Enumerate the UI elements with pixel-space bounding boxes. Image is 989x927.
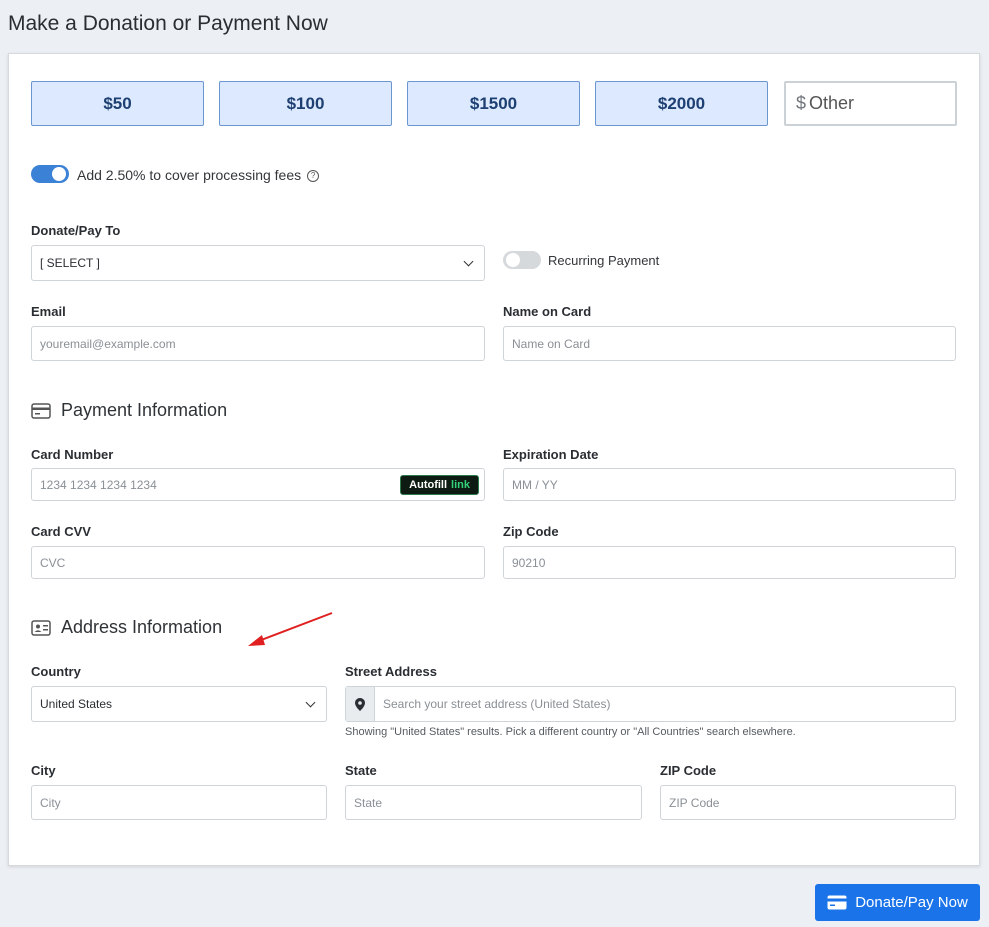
- zip-code-address-label: ZIP Code: [660, 763, 717, 778]
- expiration-date-field[interactable]: MM / YY: [503, 468, 956, 501]
- amount-100-button[interactable]: $100: [219, 81, 392, 126]
- amount-2000-button[interactable]: $2000: [595, 81, 768, 126]
- street-address-placeholder: Search your street address (United State…: [383, 697, 611, 711]
- country-label: Country: [31, 664, 81, 679]
- address-information-heading: Address Information: [31, 617, 222, 638]
- donate-to-value: [ SELECT ]: [40, 256, 100, 270]
- zip-code-field[interactable]: 90210: [503, 546, 956, 579]
- location-pin-icon: [355, 697, 365, 711]
- location-pin-box: [346, 687, 375, 721]
- recurring-payment-label: Recurring Payment: [548, 253, 660, 268]
- card-number-field[interactable]: 1234 1234 1234 1234 Autofill link: [31, 468, 485, 501]
- card-cvv-label: Card CVV: [31, 524, 91, 539]
- annotation-arrow: [248, 612, 333, 646]
- email-field[interactable]: youremail@example.com: [31, 326, 485, 361]
- page-title: Make a Donation or Payment Now: [8, 12, 328, 35]
- card-number-label: Card Number: [31, 447, 114, 462]
- card-cvv-field[interactable]: CVC: [31, 546, 485, 579]
- dollar-sign: $: [796, 93, 807, 113]
- address-card-icon: [31, 619, 51, 636]
- street-address-label: Street Address: [345, 664, 437, 679]
- cover-fees-label: Add 2.50% to cover processing fees?: [77, 167, 320, 183]
- street-address-field[interactable]: Search your street address (United State…: [345, 686, 956, 722]
- donate-pay-now-button[interactable]: Donate/Pay Now: [815, 884, 980, 921]
- zip-code-label: Zip Code: [503, 524, 559, 539]
- recurring-payment-toggle[interactable]: [503, 251, 541, 269]
- chevron-down-icon: [463, 256, 474, 267]
- state-label: State: [345, 763, 377, 778]
- street-address-hint: Showing "United States" results. Pick a …: [345, 726, 796, 738]
- payment-form-card: $50 $100 $1500 $2000 $ Other Add 2.50% t…: [8, 53, 980, 866]
- help-icon[interactable]: ?: [307, 170, 320, 183]
- credit-card-icon: [31, 402, 51, 419]
- card-number-placeholder: 1234 1234 1234 1234: [40, 477, 157, 492]
- country-value: United States: [40, 697, 113, 711]
- city-field[interactable]: City: [31, 785, 327, 820]
- link-logo: link: [451, 479, 470, 491]
- donate-pay-now-label: Donate/Pay Now: [855, 894, 968, 911]
- name-on-card-field[interactable]: Name on Card: [503, 326, 956, 361]
- cover-fees-toggle[interactable]: [31, 165, 69, 183]
- city-label: City: [31, 763, 56, 778]
- payment-information-heading: Payment Information: [31, 400, 227, 421]
- donate-to-label: Donate/Pay To: [31, 223, 121, 238]
- zip-code-address-field[interactable]: ZIP Code: [660, 785, 956, 820]
- credit-card-icon: [827, 895, 847, 910]
- amount-1500-button[interactable]: $1500: [407, 81, 580, 126]
- amount-50-button[interactable]: $50: [31, 81, 204, 126]
- donate-to-select[interactable]: [ SELECT ]: [31, 245, 485, 281]
- toggle-knob: [52, 167, 66, 181]
- name-on-card-label: Name on Card: [503, 304, 592, 319]
- payment-information-title: Payment Information: [61, 400, 228, 420]
- other-amount-input[interactable]: $ Other: [784, 81, 957, 126]
- autofill-text: Autofill: [409, 479, 448, 491]
- email-label: Email: [31, 304, 66, 319]
- autofill-link-button[interactable]: Autofill link: [400, 475, 479, 495]
- toggle-knob: [506, 253, 520, 267]
- address-information-title: Address Information: [61, 617, 223, 637]
- other-amount-placeholder: Other: [809, 93, 855, 113]
- country-select[interactable]: United States: [31, 686, 327, 722]
- cover-fees-text: Add 2.50% to cover processing fees: [77, 167, 302, 183]
- chevron-down-icon: [305, 697, 316, 708]
- state-field[interactable]: State: [345, 785, 642, 820]
- expiration-date-label: Expiration Date: [503, 447, 599, 462]
